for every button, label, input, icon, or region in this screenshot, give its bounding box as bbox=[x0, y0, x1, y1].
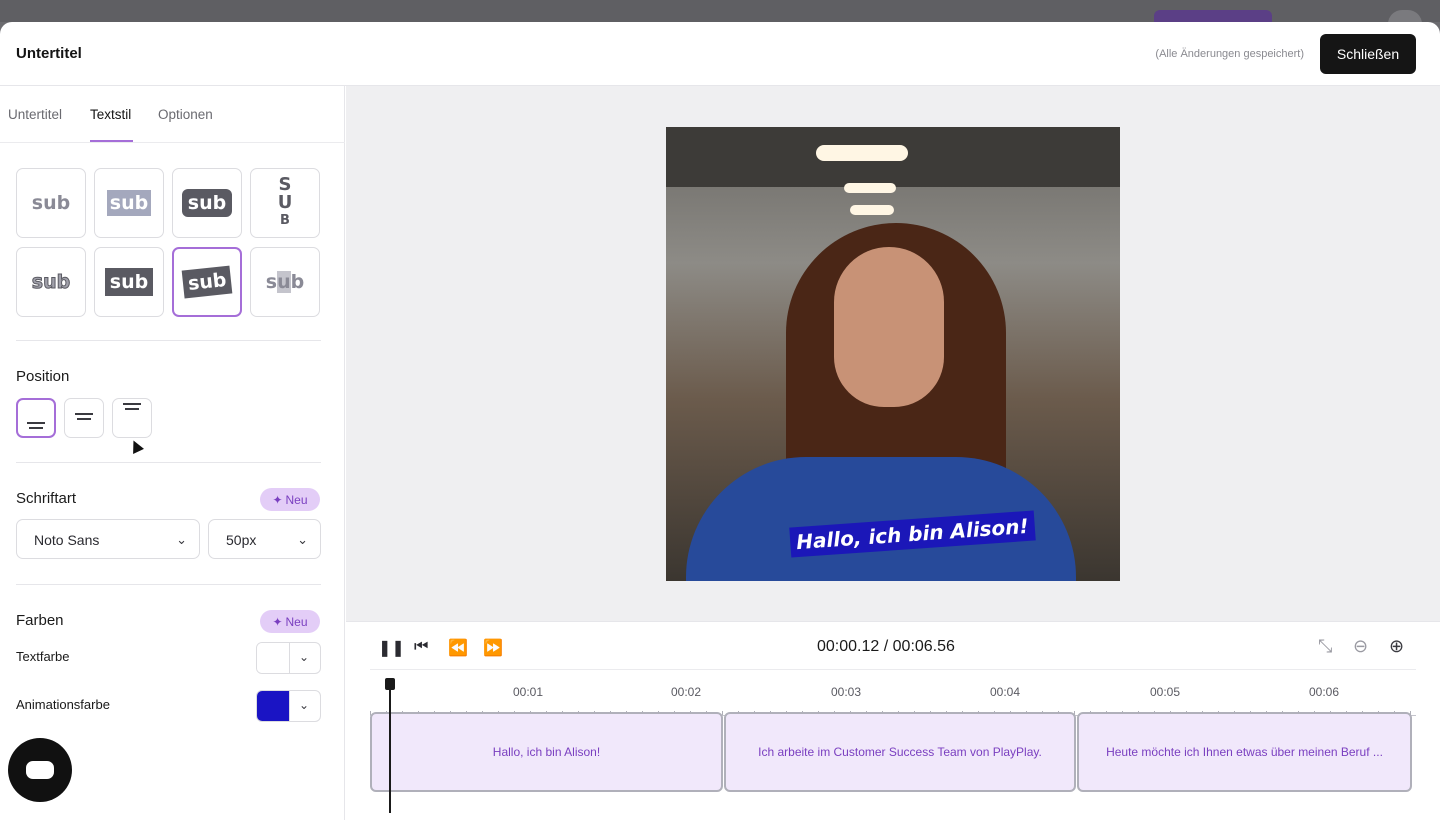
video-preview-area: Hallo, ich bin Alison! bbox=[346, 86, 1440, 621]
time-separator: / bbox=[883, 638, 889, 655]
font-family-value: Noto Sans bbox=[34, 532, 100, 548]
font-size-value: 50px bbox=[226, 532, 257, 548]
playhead-handle[interactable] bbox=[385, 678, 395, 690]
save-status: (Alle Änderungen gespeichert) bbox=[1155, 48, 1304, 60]
style-option-square-box[interactable]: sub bbox=[94, 247, 164, 317]
sparkle-icon: ✦ bbox=[272, 614, 283, 629]
timeline-panel: ❚❚ ⏮ ⏪ ⏩ 00:00.12 / 00:06.56 ⤡ ⊖ ⊕ 00:01… bbox=[346, 621, 1440, 820]
new-badge: ✦ Neu bbox=[260, 488, 320, 511]
new-badge-label: Neu bbox=[285, 614, 308, 629]
animation-color-swatch bbox=[257, 691, 289, 721]
style-option-vertical[interactable]: S U B bbox=[250, 168, 320, 238]
align-middle-icon bbox=[75, 413, 93, 420]
text-style-grid: sub sub sub S U B sub sub sub sub bbox=[16, 168, 322, 318]
tab-untertitel[interactable]: Untertitel bbox=[8, 107, 62, 122]
chevron-down-icon: ⌄ bbox=[297, 532, 308, 547]
clip-text: Hallo, ich bin Alison! bbox=[492, 745, 601, 759]
playhead[interactable] bbox=[389, 680, 391, 813]
video-frame[interactable]: Hallo, ich bin Alison! bbox=[666, 127, 1120, 581]
tick-label: 00:03 bbox=[831, 685, 862, 699]
style-option-light-box[interactable]: sub bbox=[94, 168, 164, 238]
position-middle-button[interactable] bbox=[64, 398, 104, 438]
fast-forward-icon[interactable]: ⏩ bbox=[483, 638, 503, 658]
text-color-swatch bbox=[257, 643, 289, 673]
collapse-icon[interactable]: ⤡ bbox=[1318, 636, 1332, 657]
font-family-select[interactable]: Noto Sans ⌄ bbox=[16, 519, 200, 559]
style-sample: sub bbox=[104, 268, 154, 296]
style-sample-vertical: S U B bbox=[278, 176, 293, 230]
zoom-in-icon[interactable]: ⊕ bbox=[1389, 636, 1404, 657]
style-sample: sub bbox=[265, 271, 305, 293]
style-sample: sub bbox=[181, 265, 233, 299]
animation-color-picker[interactable]: ⌄ bbox=[256, 690, 321, 722]
tick-label: 00:06 bbox=[1309, 685, 1340, 699]
vertical-letter: B bbox=[280, 213, 290, 228]
subtitle-clip[interactable]: Heute möchte ich Ihnen etwas über meinen… bbox=[1077, 712, 1412, 792]
divider bbox=[16, 340, 321, 341]
chat-icon bbox=[26, 761, 54, 779]
divider bbox=[16, 462, 321, 463]
text-color-picker[interactable]: ⌄ bbox=[256, 642, 321, 674]
tick-label: 00:02 bbox=[671, 685, 702, 699]
clip-text: Ich arbeite im Customer Success Team von… bbox=[758, 745, 1042, 759]
style-option-rounded-box[interactable]: sub bbox=[172, 168, 242, 238]
current-time: 00:00.12 bbox=[817, 638, 880, 655]
sparkle-icon: ✦ bbox=[272, 492, 283, 507]
tab-bar: Untertitel Textstil Optionen bbox=[0, 86, 345, 143]
style-sample: sub bbox=[106, 190, 152, 216]
modal-header: Untertitel (Alle Änderungen gespeichert)… bbox=[0, 22, 1440, 86]
divider bbox=[370, 669, 1416, 670]
total-time: 00:06.56 bbox=[892, 638, 955, 655]
new-badge: ✦ Neu bbox=[260, 610, 320, 633]
speaker-face bbox=[834, 247, 944, 407]
position-bottom-button[interactable] bbox=[16, 398, 56, 438]
style-option-plain[interactable]: sub bbox=[16, 168, 86, 238]
tab-textstil[interactable]: Textstil bbox=[90, 107, 131, 122]
subtitle-clip[interactable]: Ich arbeite im Customer Success Team von… bbox=[724, 712, 1076, 792]
chat-support-button[interactable] bbox=[8, 738, 72, 802]
zoom-out-icon[interactable]: ⊖ bbox=[1353, 636, 1368, 657]
align-bottom-icon bbox=[27, 422, 45, 429]
subtitle-clip[interactable]: Hallo, ich bin Alison! bbox=[370, 712, 723, 792]
sidebar: Untertitel Textstil Optionen sub sub sub… bbox=[0, 86, 345, 820]
new-badge-label: Neu bbox=[285, 492, 308, 507]
vertical-letter: U bbox=[277, 192, 293, 213]
align-top-icon bbox=[123, 403, 141, 410]
font-title: Schriftart bbox=[16, 490, 77, 507]
active-tab-indicator bbox=[90, 140, 133, 142]
modal-title: Untertitel bbox=[16, 45, 82, 62]
style-option-tilted-box[interactable]: sub bbox=[172, 247, 242, 317]
chevron-down-icon: ⌄ bbox=[299, 650, 310, 664]
clip-text: Heute möchte ich Ihnen etwas über meinen… bbox=[1106, 745, 1383, 759]
position-title: Position bbox=[16, 368, 70, 385]
skip-to-start-icon[interactable]: ⏮ bbox=[414, 638, 428, 656]
position-top-button[interactable] bbox=[112, 398, 152, 438]
chevron-down-icon: ⌄ bbox=[176, 532, 187, 547]
style-sample: sub bbox=[181, 189, 233, 217]
tick-label: 00:05 bbox=[1150, 685, 1181, 699]
tick-label: 00:04 bbox=[990, 685, 1021, 699]
tick-label: 00:01 bbox=[513, 685, 544, 699]
font-size-select[interactable]: 50px ⌄ bbox=[208, 519, 321, 559]
close-button[interactable]: Schließen bbox=[1320, 34, 1416, 74]
animation-color-label: Animationsfarbe bbox=[16, 697, 110, 712]
time-readout: 00:00.12 / 00:06.56 bbox=[817, 638, 955, 656]
style-option-outline[interactable]: sub bbox=[16, 247, 86, 317]
divider bbox=[16, 584, 321, 585]
style-sample: sub bbox=[31, 271, 71, 294]
subtitle-editor-modal: Untertitel (Alle Änderungen gespeichert)… bbox=[0, 22, 1440, 820]
tab-optionen[interactable]: Optionen bbox=[158, 107, 213, 122]
colors-title: Farben bbox=[16, 612, 64, 629]
rewind-icon[interactable]: ⏪ bbox=[448, 638, 468, 658]
style-sample: sub bbox=[31, 192, 71, 214]
mouse-cursor-icon bbox=[128, 438, 144, 454]
pause-icon[interactable]: ❚❚ bbox=[378, 638, 405, 658]
chevron-down-icon: ⌄ bbox=[299, 698, 310, 712]
style-option-highlight[interactable]: sub bbox=[250, 247, 320, 317]
text-color-label: Textfarbe bbox=[16, 649, 70, 664]
